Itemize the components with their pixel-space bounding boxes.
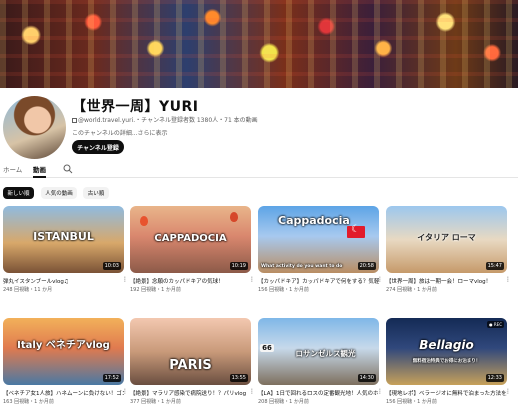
thumbnail-text: ロサンゼルス観光: [295, 349, 356, 358]
video-title[interactable]: 【絶景】マラリア感染で病院送り！？パリvlog: [130, 389, 251, 397]
thumbnail-subtext: 無料宿泊特典でお得にお泊まり！: [412, 359, 481, 364]
thumbnail-text: CAPPADOCIA: [154, 233, 227, 244]
more-vertical-icon[interactable]: ⋮: [249, 389, 255, 395]
video-title[interactable]: 【ベネチア女1人旅】ハネムーンに負けない！ゴンドラに乗って1人でも大満喫なお..…: [3, 389, 124, 397]
video-meta: 274 回視聴・1 か月前: [386, 287, 437, 293]
video-thumbnail[interactable]: ● REC Bellagio 無料宿泊特典でお得にお泊まり！ 12:33: [386, 318, 507, 385]
more-vertical-icon[interactable]: ⋮: [505, 277, 511, 283]
video-thumbnail[interactable]: CAPPADOCIA 10:19: [130, 206, 251, 273]
search-icon[interactable]: [63, 164, 73, 174]
channel-description-link[interactable]: このチャンネルの詳細...さらに表示: [72, 128, 168, 137]
video-duration: 17:52: [102, 374, 121, 382]
filter-newest-chip[interactable]: 新しい順: [3, 187, 34, 199]
channel-meta: @world.travel.yuri.・チャンネル登録者数 1380人・71 本…: [72, 115, 258, 124]
video-meta: 248 回視聴・11 か月: [3, 287, 53, 293]
video-thumbnail[interactable]: Cappadocia What activity do you want to …: [258, 206, 379, 273]
thumbnail-text: Italy ベネチアvlog: [17, 340, 110, 351]
thumbnail-text: PARIS: [169, 358, 212, 373]
turkey-flag-icon: [347, 224, 365, 238]
more-vertical-icon[interactable]: ⋮: [122, 389, 128, 395]
filter-popular-chip[interactable]: 人気の動画: [41, 187, 77, 199]
balloon-icon: [230, 212, 238, 222]
video-duration: 15:47: [485, 262, 504, 270]
rec-badge: ● REC: [487, 321, 504, 328]
video-meta: 377 回視聴・1 か月前: [130, 399, 181, 405]
video-duration: 20:58: [357, 262, 376, 270]
subscribe-button[interactable]: チャンネル登録: [72, 140, 124, 154]
channel-stats: ・チャンネル登録者数 1380人・71 本の動画: [135, 117, 258, 124]
video-thumbnail[interactable]: イタリア ローマ 15:47: [386, 206, 507, 273]
video-meta: 156 回視聴・1 か月前: [258, 287, 309, 293]
video-meta: 208 回視聴・1 か月前: [258, 399, 309, 405]
channel-banner: [0, 0, 518, 88]
video-meta: 163 回視聴・1 か月前: [3, 399, 54, 405]
video-meta: 192 回視聴・1 か月前: [130, 287, 181, 293]
balloon-icon: [140, 216, 148, 226]
video-duration: 10:19: [229, 262, 248, 270]
thumbnail-text: ISTANBUL: [33, 230, 94, 243]
tab-videos[interactable]: 動画: [33, 164, 46, 178]
handle-icon: [72, 118, 77, 123]
more-vertical-icon[interactable]: ⋮: [377, 277, 383, 283]
video-meta: 156 回視聴・1 か月前: [386, 399, 437, 405]
video-thumbnail[interactable]: 66 ロサンゼルス観光 14:30: [258, 318, 379, 385]
video-title[interactable]: 弾丸イスタンブールvlog♫: [3, 277, 124, 285]
more-vertical-icon[interactable]: ⋮: [505, 389, 511, 395]
channel-avatar[interactable]: [3, 96, 66, 159]
video-thumbnail[interactable]: Italy ベネチアvlog 17:52: [3, 318, 124, 385]
more-vertical-icon[interactable]: ⋮: [122, 277, 128, 283]
thumbnail-text: イタリア ローマ: [417, 233, 476, 242]
more-vertical-icon[interactable]: ⋮: [377, 389, 383, 395]
video-title[interactable]: 【現地レポ】ベラージオに無料で泊まった方法を紹介！: [386, 389, 507, 397]
banner-lanterns-image: [0, 0, 518, 88]
filter-oldest-chip[interactable]: 古い順: [83, 187, 109, 199]
channel-title: 【世界一周】YURI: [72, 99, 199, 115]
more-vertical-icon[interactable]: ⋮: [249, 277, 255, 283]
video-duration: 10:03: [102, 262, 121, 270]
video-thumbnail[interactable]: PARIS 13:55: [130, 318, 251, 385]
video-duration: 14:30: [357, 374, 376, 382]
video-title[interactable]: 【絶景】念願のカッパドキアの気球！: [130, 277, 251, 285]
video-thumbnail[interactable]: ISTANBUL 10:03: [3, 206, 124, 273]
channel-tabs: ホーム 動画: [0, 164, 518, 178]
video-duration: 13:55: [229, 374, 248, 382]
video-duration: 12:33: [485, 374, 504, 382]
channel-handle: @world.travel.yuri.: [78, 117, 136, 124]
video-title[interactable]: 【LA】1日で回れるロスの定番観光地！人気のホットドッグや大谷選手の聖地などモデ…: [258, 389, 379, 397]
video-title[interactable]: 【カッパドキア】カッパドキアで何をする？気軽にできるアクティビティ紹介♪: [258, 277, 379, 285]
thumbnail-text: Bellagio: [419, 338, 474, 352]
video-title[interactable]: 【世界一周】旅は一期一会！ローマvlog！: [386, 277, 507, 285]
tab-home[interactable]: ホーム: [3, 164, 22, 178]
